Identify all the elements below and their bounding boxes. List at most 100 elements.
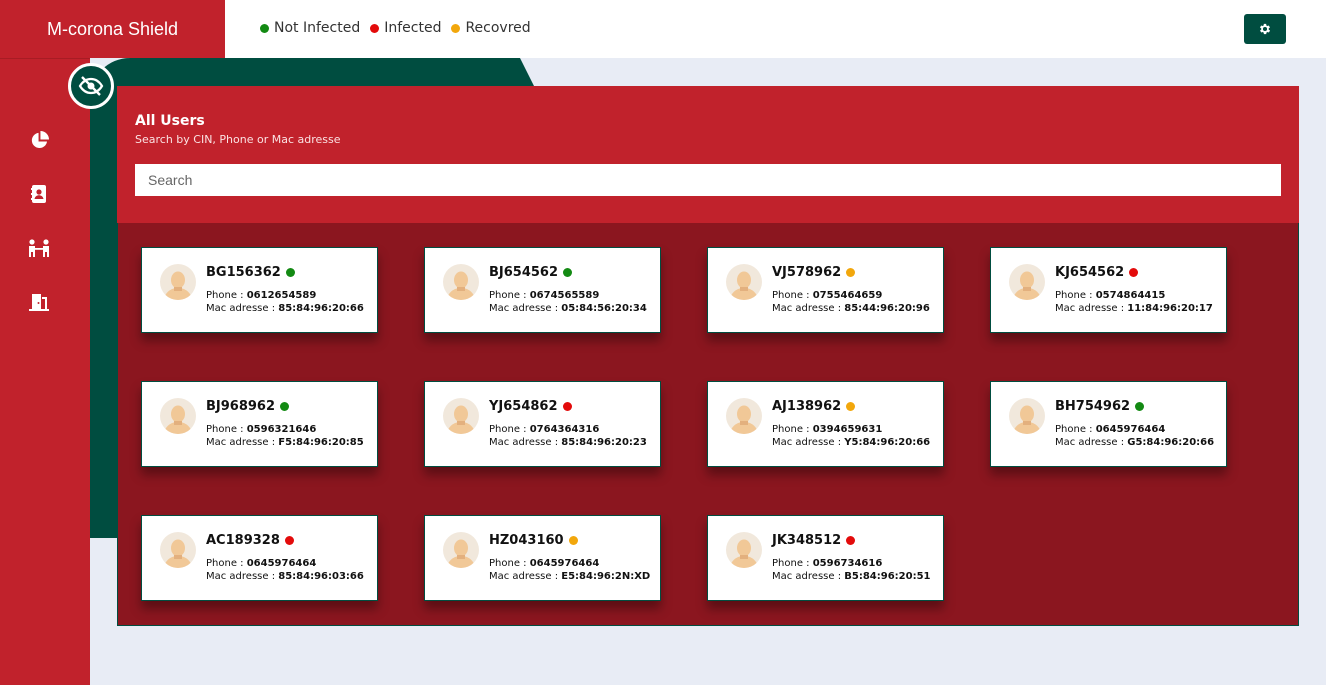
mac-label: Mac adresse :: [1055, 437, 1128, 448]
user-card[interactable]: VJ578962 Phone : 0755464659 Mac adresse …: [707, 247, 944, 333]
user-card[interactable]: BJ654562 Phone : 0674565589 Mac adresse …: [424, 247, 661, 333]
sidebar-item-contacts-tracing[interactable]: [28, 237, 50, 259]
phone-label: Phone :: [1055, 290, 1096, 301]
phone-value: 0645976464: [246, 558, 317, 569]
mac-label: Mac adresse :: [206, 571, 279, 582]
phone-value: 0596321646: [246, 424, 317, 435]
legend-item-recovered: Recovred: [451, 20, 531, 36]
top-bar: Not Infected Infected Recovred: [225, 0, 1326, 58]
avatar: [443, 264, 479, 300]
search-input[interactable]: [135, 164, 1281, 196]
status-dot-icon: [1135, 402, 1145, 411]
avatar: [160, 532, 196, 568]
user-cin: BJ968962: [206, 399, 276, 414]
avatar: [443, 398, 479, 434]
user-card[interactable]: HZ043160 Phone : 0645976464 Mac adresse …: [424, 515, 661, 601]
user-mac-address: Mac adresse : 85:84:96:20:66: [206, 303, 364, 314]
status-dot-icon: [846, 536, 856, 545]
status-dot-icon: [563, 268, 573, 277]
user-mac-address: Mac adresse : B5:84:96:20:51: [772, 571, 931, 582]
mac-label: Mac adresse :: [772, 571, 845, 582]
mac-value: B5:84:96:20:51: [844, 571, 931, 582]
user-cin: HZ043160: [489, 533, 564, 548]
mac-label: Mac adresse :: [206, 303, 279, 314]
status-dot-icon: [285, 268, 295, 277]
user-card[interactable]: KJ654562 Phone : 0574864415 Mac adresse …: [990, 247, 1227, 333]
mac-value: 05:84:56:20:34: [561, 303, 647, 314]
user-mac-address: Mac adresse : 85:44:96:20:96: [772, 303, 930, 314]
user-phone: Phone : 0394659631: [772, 424, 882, 435]
page-title: All Users: [135, 113, 205, 129]
user-mac-address: Mac adresse : 85:84:96:20:23: [489, 437, 647, 448]
status-dot-icon: [846, 402, 856, 411]
mac-value: Y5:84:96:20:66: [844, 437, 931, 448]
user-card[interactable]: BG156362 Phone : 0612654589 Mac adresse …: [141, 247, 378, 333]
user-phone: Phone : 0596321646: [206, 424, 316, 435]
mac-label: Mac adresse :: [206, 437, 279, 448]
phone-label: Phone :: [1055, 424, 1096, 435]
user-cin: VJ578962: [772, 265, 842, 280]
mac-value: 11:84:96:20:17: [1127, 303, 1213, 314]
user-card-grid: BG156362 Phone : 0612654589 Mac adresse …: [141, 247, 1227, 601]
phone-label: Phone :: [489, 558, 530, 569]
toggle-visibility-button[interactable]: [68, 63, 114, 109]
phone-value: 0764364316: [529, 424, 600, 435]
avatar: [726, 264, 762, 300]
phone-label: Phone :: [206, 424, 247, 435]
mac-value: 85:84:96:20:23: [561, 437, 647, 448]
phone-label: Phone :: [772, 424, 813, 435]
phone-value: 0394659631: [812, 424, 883, 435]
people-icon: [29, 239, 49, 257]
phone-value: 0596734616: [812, 558, 883, 569]
mac-value: G5:84:96:20:66: [1127, 437, 1215, 448]
mac-label: Mac adresse :: [772, 437, 845, 448]
mac-value: E5:84:96:2N:XD: [561, 571, 651, 582]
users-panel-header: All Users Search by CIN, Phone or Mac ad…: [117, 86, 1299, 223]
mac-label: Mac adresse :: [1055, 303, 1128, 314]
legend-item-not-infected: Not Infected: [260, 20, 360, 36]
sidebar-item-logout[interactable]: [28, 291, 50, 313]
mac-label: Mac adresse :: [772, 303, 845, 314]
user-cin: AC189328: [206, 533, 280, 548]
user-card[interactable]: YJ654862 Phone : 0764364316 Mac adresse …: [424, 381, 661, 467]
user-mac-address: Mac adresse : 85:84:96:03:66: [206, 571, 364, 582]
app-title: M-corona Shield: [0, 0, 225, 58]
phone-value: 0645976464: [529, 558, 600, 569]
phone-value: 0755464659: [812, 290, 883, 301]
not-infected-dot-icon: [260, 23, 269, 33]
settings-button[interactable]: [1244, 14, 1286, 44]
status-dot-icon: [284, 536, 294, 545]
user-phone: Phone : 0764364316: [489, 424, 599, 435]
user-phone: Phone : 0596734616: [772, 558, 882, 569]
legend-label: Not Infected: [274, 20, 361, 36]
user-mac-address: Mac adresse : E5:84:96:2N:XD: [489, 571, 650, 582]
sidebar-item-contacts[interactable]: [28, 183, 50, 205]
gear-icon: [1259, 23, 1271, 35]
phone-label: Phone :: [489, 424, 530, 435]
avatar: [726, 398, 762, 434]
user-mac-address: Mac adresse : G5:84:96:20:66: [1055, 437, 1214, 448]
user-card[interactable]: BJ968962 Phone : 0596321646 Mac adresse …: [141, 381, 378, 467]
user-phone: Phone : 0674565589: [489, 290, 599, 301]
mac-value: 85:44:96:20:96: [844, 303, 930, 314]
user-cin: BH754962: [1055, 399, 1131, 414]
status-legend: Not Infected Infected Recovred: [260, 20, 531, 36]
pie-chart-icon: [31, 130, 49, 148]
mac-value: 85:84:96:03:66: [278, 571, 364, 582]
mac-label: Mac adresse :: [489, 571, 562, 582]
user-card[interactable]: AJ138962 Phone : 0394659631 Mac adresse …: [707, 381, 944, 467]
user-card[interactable]: AC189328 Phone : 0645976464 Mac adresse …: [141, 515, 378, 601]
user-cin: KJ654562: [1055, 265, 1125, 280]
user-card[interactable]: JK348512 Phone : 0596734616 Mac adresse …: [707, 515, 944, 601]
user-phone: Phone : 0645976464: [206, 558, 316, 569]
phone-value: 0645976464: [1095, 424, 1166, 435]
page-subtitle: Search by CIN, Phone or Mac adresse: [135, 133, 341, 146]
phone-label: Phone :: [772, 558, 813, 569]
sidebar-item-statistics[interactable]: [28, 129, 50, 151]
mac-label: Mac adresse :: [489, 437, 562, 448]
phone-label: Phone :: [206, 558, 247, 569]
legend-item-infected: Infected: [370, 20, 441, 36]
user-phone: Phone : 0645976464: [1055, 424, 1165, 435]
legend-label: Infected: [384, 20, 442, 36]
user-card[interactable]: BH754962 Phone : 0645976464 Mac adresse …: [990, 381, 1227, 467]
